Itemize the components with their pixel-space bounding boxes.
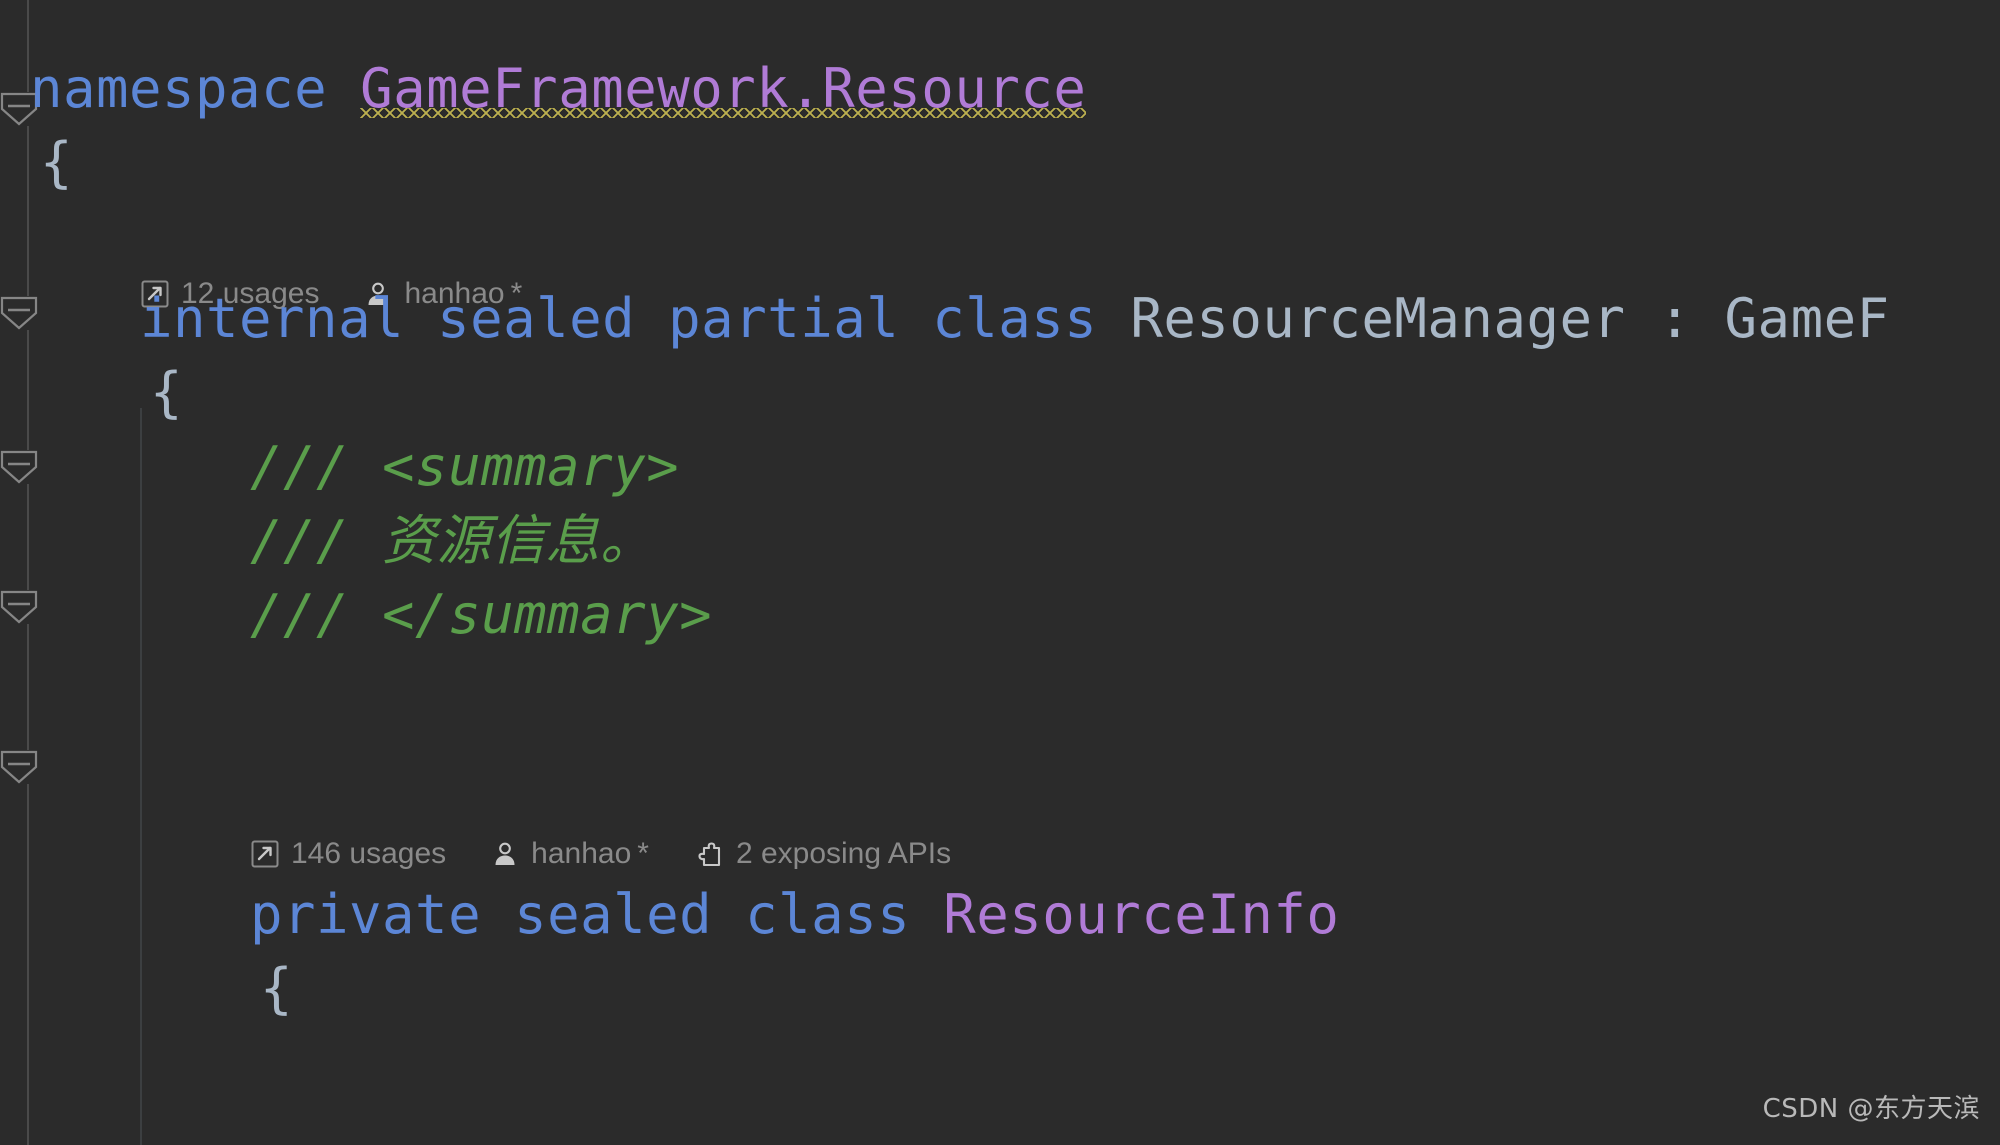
modified-marker: * [637,837,649,870]
fold-marker-member[interactable] [0,750,38,784]
csdn-watermark: CSDN @东方天滨 [1762,1094,1980,1124]
fold-marker-class-resourcemanager[interactable] [0,296,38,330]
fold-marker-class-resourceinfo[interactable] [0,590,38,624]
doc-comment-summary-open: /// <summary> [250,435,680,498]
class-modifiers: internal sealed partial class [140,287,1131,350]
author-person-icon [490,839,520,869]
exposing-apis-hint[interactable]: 2 exposing APIs [693,837,951,871]
author-name-label: hanhao [531,837,632,870]
exposing-apis-label: 2 exposing APIs [735,837,952,870]
code-line-doc-summary-close[interactable]: /// </summary> [250,578,712,652]
doc-comment-slashes: /// [250,509,383,572]
fold-rail-2 [27,330,29,450]
space-1 [327,57,360,120]
nested-class-modifiers: private sealed class [250,883,944,946]
inheritance-colon: : [1625,287,1725,350]
code-line-namespace-open-brace[interactable]: { [40,126,73,200]
fold-rail-5 [27,784,29,1145]
code-editor[interactable]: namespace GameFramework.Resource { 12 us… [0,0,2000,1145]
code-line-class-resourcemanager[interactable]: internal sealed partial class ResourceMa… [140,282,1890,356]
namespace-identifier[interactable]: GameFramework.Resource [360,52,1087,126]
code-line-namespace[interactable]: namespace GameFramework.Resource [30,52,1087,126]
code-line-nested-class-open-brace[interactable]: { [260,952,293,1026]
indent-guide-class-body [140,408,142,1145]
fold-rail-3 [27,484,29,590]
keyword-namespace: namespace [30,57,328,120]
author-hint-resourceinfo[interactable]: hanhao * [490,837,649,871]
fold-rail-1 [27,126,29,296]
open-brace-2: { [150,361,184,424]
editor-gutter[interactable] [0,0,42,1145]
open-brace-3: { [260,957,294,1020]
base-type-truncated[interactable]: GameF [1725,287,1890,350]
usages-hint-resourceinfo[interactable]: 146 usages [250,837,446,871]
code-surface[interactable]: namespace GameFramework.Resource { 12 us… [30,0,2000,1145]
usages-count-label: 146 usages [291,837,447,870]
exposing-apis-puzzle-icon [693,839,725,869]
code-line-doc-text[interactable]: /// 资源信息。 [250,504,655,578]
code-line-class-open-brace[interactable]: { [150,356,183,430]
doc-comment-summary-close: /// </summary> [250,583,713,646]
fold-marker-doc-comment[interactable] [0,450,38,484]
class-name-resourceinfo[interactable]: ResourceInfo [943,883,1339,946]
open-brace: { [40,131,74,194]
fold-rail-top [27,0,29,92]
usages-arrow-icon [250,839,280,869]
doc-comment-text: 资源信息。 [382,509,655,572]
code-line-doc-summary-open[interactable]: /// <summary> [250,430,679,504]
fold-rail-4 [27,624,29,750]
class-name-resourcemanager[interactable]: ResourceManager [1130,287,1625,350]
code-line-class-resourceinfo[interactable]: private sealed class ResourceInfo [250,878,1339,952]
code-vision-resourceinfo[interactable]: 146 usages hanhao * 2 exposing APIs [250,832,951,876]
